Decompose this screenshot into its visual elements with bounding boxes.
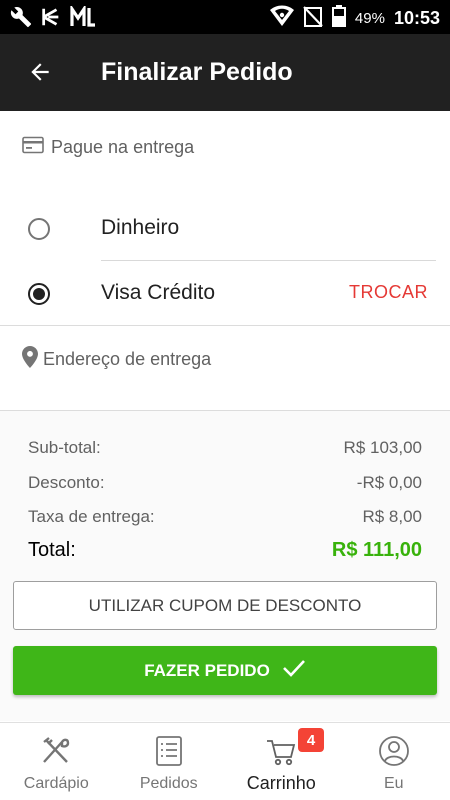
nav-item-eu[interactable]: Eu: [338, 723, 450, 800]
subtotal-value: R$ 103,00: [343, 438, 422, 457]
payment-header: Pague na entrega: [22, 136, 194, 159]
cart-count-badge: 4: [298, 728, 324, 752]
nav-label: Carrinho: [246, 773, 316, 793]
nav-label: Eu: [383, 775, 404, 792]
status-left-icons: [10, 3, 96, 33]
ml-app-icon: [70, 3, 96, 33]
total-value: R$ 111,00: [331, 539, 422, 561]
back-button[interactable]: [20, 54, 60, 94]
option-divider: [101, 260, 436, 261]
place-order-button[interactable]: FAZER PEDIDO: [13, 646, 437, 695]
no-signal-icon: [303, 5, 323, 32]
nav-item-cardapio[interactable]: Cardápio: [0, 723, 113, 800]
coupon-button-label: UTILIZAR CUPOM DE DESCONTO: [88, 595, 362, 615]
battery-icon: [331, 5, 346, 32]
address-header[interactable]: Endereço de entrega: [22, 346, 211, 373]
subtotal-row: Sub-total: R$ 103,00: [28, 438, 422, 458]
total-row: Total: R$ 111,00: [28, 539, 422, 562]
user-icon: [338, 735, 450, 767]
nav-label: Cardápio: [23, 775, 89, 792]
wifi-icon: [269, 5, 294, 32]
delivery-fee-value: R$ 8,00: [362, 507, 422, 526]
battery-percent: 49%: [354, 10, 385, 27]
discount-value: -R$ 0,00: [356, 473, 422, 492]
tasks-app-icon: [40, 6, 62, 33]
payment-option-label: Visa Crédito: [101, 281, 216, 304]
discount-row: Desconto: -R$ 0,00: [28, 473, 422, 493]
subtotal-label: Sub-total:: [28, 438, 101, 457]
location-pin-icon: [22, 346, 38, 373]
coupon-button[interactable]: UTILIZAR CUPOM DE DESCONTO: [13, 581, 437, 630]
fork-knife-icon: [0, 735, 113, 767]
radio-visa-credito[interactable]: [28, 283, 50, 305]
payment-option-label: Dinheiro: [101, 216, 180, 239]
status-right-icons: 49% 10:53: [269, 5, 440, 32]
delivery-fee-row: Taxa de entrega: R$ 8,00: [28, 507, 422, 527]
payment-option-dinheiro[interactable]: Dinheiro: [0, 197, 450, 261]
address-header-label: Endereço de entrega: [43, 349, 212, 369]
discount-label: Desconto:: [28, 473, 105, 492]
clock: 10:53: [393, 8, 440, 28]
arrow-back-icon: [27, 59, 53, 90]
change-payment-button[interactable]: TROCAR: [349, 282, 428, 303]
place-order-label: FAZER PEDIDO: [144, 660, 270, 680]
nav-item-pedidos[interactable]: Pedidos: [113, 723, 226, 800]
bottom-navigation: Cardápio Pedidos Carrinho Eu: [0, 722, 450, 800]
credit-card-icon: [22, 136, 44, 159]
status-bar: 49% 10:53: [0, 0, 450, 34]
nav-label: Pedidos: [139, 775, 198, 792]
section-divider: [0, 325, 450, 326]
app-bar: Finalizar Pedido: [0, 34, 450, 111]
radio-dinheiro[interactable]: [28, 218, 50, 240]
list-icon: [113, 735, 226, 767]
wrench-icon: [10, 6, 32, 33]
delivery-fee-label: Taxa de entrega:: [28, 507, 155, 526]
payment-header-label: Pague na entrega: [51, 137, 195, 157]
page-title: Finalizar Pedido: [101, 58, 293, 86]
total-label: Total:: [28, 539, 76, 561]
checkmark-icon: [282, 658, 306, 683]
